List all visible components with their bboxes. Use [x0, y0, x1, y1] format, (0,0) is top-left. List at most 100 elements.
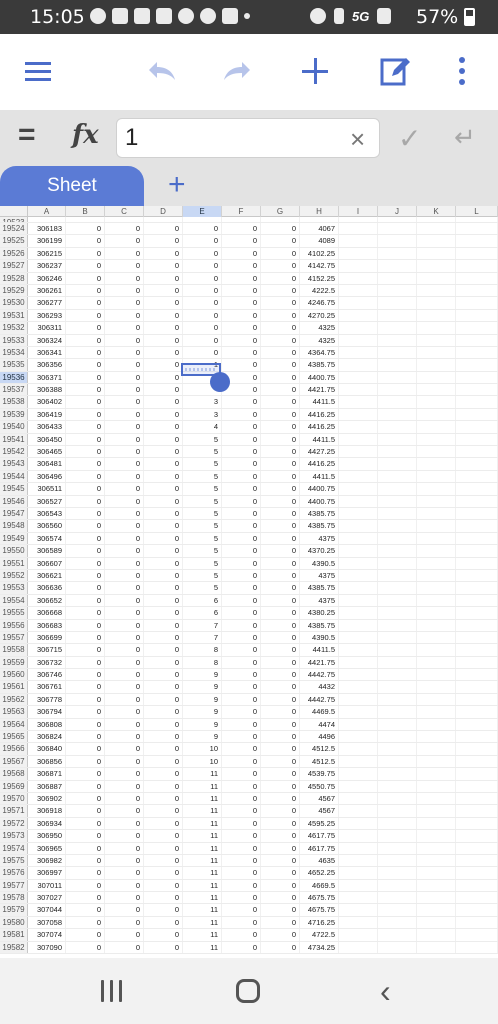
cell-e[interactable]: 5	[183, 483, 222, 495]
cell-g[interactable]: 0	[261, 706, 300, 718]
cell-i[interactable]	[339, 830, 378, 842]
row-number[interactable]: 19577	[0, 879, 28, 892]
cell-k[interactable]	[417, 718, 456, 731]
cell-c[interactable]: 0	[105, 322, 144, 334]
cell-l[interactable]	[456, 854, 498, 867]
cell-c[interactable]: 0	[105, 223, 144, 235]
cell-c[interactable]: 0	[105, 446, 144, 458]
cell-e[interactable]: 11	[183, 941, 222, 954]
cell-b[interactable]: 0	[66, 842, 105, 854]
row-number[interactable]: 19557	[0, 631, 28, 644]
cell-g[interactable]: 0	[261, 941, 300, 954]
row-number[interactable]: 19525	[0, 235, 28, 247]
cell-a[interactable]: 306481	[28, 458, 66, 470]
cell-h[interactable]: 4222.5	[300, 284, 339, 297]
cell-l[interactable]	[456, 867, 498, 879]
cell-h[interactable]: 4550.75	[300, 780, 339, 792]
cell-k[interactable]	[417, 817, 456, 830]
cell-a[interactable]: 306433	[28, 421, 66, 433]
cell-h[interactable]: 4067	[300, 223, 339, 235]
cell-h[interactable]: 4496	[300, 731, 339, 743]
cell-g[interactable]: 0	[261, 297, 300, 309]
row-number[interactable]: 19538	[0, 396, 28, 408]
cell-i[interactable]	[339, 755, 378, 768]
cell-a[interactable]: 307058	[28, 916, 66, 929]
cell-l[interactable]	[456, 941, 498, 954]
cell-k[interactable]	[417, 297, 456, 309]
cell-b[interactable]: 0	[66, 359, 105, 371]
cell-k[interactable]	[417, 569, 456, 582]
cell-a[interactable]: 306840	[28, 743, 66, 755]
cell-h[interactable]: 4539.75	[300, 768, 339, 780]
cell-f[interactable]: 0	[222, 941, 261, 954]
cell-a[interactable]: 306761	[28, 681, 66, 693]
cell-h[interactable]: 4411.5	[300, 433, 339, 446]
cell-h[interactable]: 4390.5	[300, 557, 339, 569]
row-number[interactable]: 19545	[0, 483, 28, 495]
cell-c[interactable]: 0	[105, 681, 144, 693]
cell-h[interactable]: 4385.75	[300, 359, 339, 371]
cell-f[interactable]: 0	[222, 309, 261, 322]
cell-e[interactable]: 5	[183, 433, 222, 446]
cell-i[interactable]	[339, 916, 378, 929]
cell-d[interactable]: 0	[144, 619, 183, 631]
cell-l[interactable]	[456, 507, 498, 520]
cell-c[interactable]: 0	[105, 520, 144, 532]
cell-d[interactable]: 0	[144, 371, 183, 384]
cell-c[interactable]: 0	[105, 731, 144, 743]
cell-a[interactable]: 306246	[28, 272, 66, 284]
cell-e[interactable]: 11	[183, 854, 222, 867]
cell-c[interactable]: 0	[105, 780, 144, 792]
cell-j[interactable]	[378, 706, 417, 718]
cell-d[interactable]: 0	[144, 421, 183, 433]
cell-j[interactable]	[378, 408, 417, 421]
cell-l[interactable]	[456, 483, 498, 495]
cell-a[interactable]: 306574	[28, 532, 66, 545]
cell-j[interactable]	[378, 768, 417, 780]
select-all-corner[interactable]	[0, 206, 28, 217]
cell-l[interactable]	[456, 582, 498, 594]
cell-h[interactable]	[300, 217, 339, 222]
cell-b[interactable]: 0	[66, 619, 105, 631]
cell-b[interactable]: 0	[66, 582, 105, 594]
cell-h[interactable]: 4427.25	[300, 446, 339, 458]
cell-h[interactable]: 4734.25	[300, 941, 339, 954]
cell-c[interactable]: 0	[105, 830, 144, 842]
cell-j[interactable]	[378, 879, 417, 892]
cell-l[interactable]	[456, 384, 498, 396]
cell-b[interactable]: 0	[66, 507, 105, 520]
cell-i[interactable]	[339, 272, 378, 284]
cell-b[interactable]: 0	[66, 867, 105, 879]
row-number[interactable]: 19537	[0, 384, 28, 396]
cell-l[interactable]	[456, 532, 498, 545]
cell-h[interactable]: 4390.5	[300, 631, 339, 644]
cell-f[interactable]: 0	[222, 780, 261, 792]
cell-h[interactable]: 4469.5	[300, 706, 339, 718]
row-number[interactable]: 19556	[0, 619, 28, 631]
cell-i[interactable]	[339, 644, 378, 656]
cell-d[interactable]: 0	[144, 557, 183, 569]
cell-e[interactable]: 5	[183, 557, 222, 569]
cell-g[interactable]: 0	[261, 916, 300, 929]
row-number[interactable]: 19571	[0, 805, 28, 817]
cell-d[interactable]: 0	[144, 582, 183, 594]
cell-j[interactable]	[378, 656, 417, 669]
cell-a[interactable]: 306560	[28, 520, 66, 532]
cell-h[interactable]: 4416.25	[300, 408, 339, 421]
cell-k[interactable]	[417, 693, 456, 706]
cell-j[interactable]	[378, 867, 417, 879]
cell-j[interactable]	[378, 817, 417, 830]
cell-j[interactable]	[378, 483, 417, 495]
cell-i[interactable]	[339, 718, 378, 731]
cell-i[interactable]	[339, 582, 378, 594]
cell-h[interactable]: 4325	[300, 334, 339, 346]
cell-j[interactable]	[378, 557, 417, 569]
cell-j[interactable]	[378, 446, 417, 458]
cell-c[interactable]: 0	[105, 693, 144, 706]
cell-k[interactable]	[417, 346, 456, 359]
cell-f[interactable]: 0	[222, 669, 261, 681]
cell-g[interactable]: 0	[261, 669, 300, 681]
cell-e[interactable]: 7	[183, 631, 222, 644]
cell-e[interactable]: 9	[183, 693, 222, 706]
column-header-e[interactable]: E	[183, 206, 222, 217]
